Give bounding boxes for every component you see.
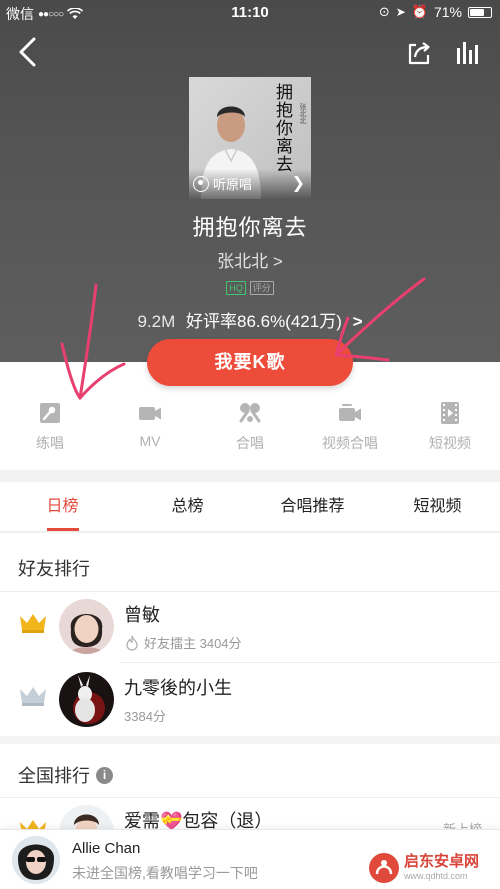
watermark: 启东安卓网 www.qdhtd.com <box>368 851 496 885</box>
tab-short-video[interactable]: 短视频 <box>375 482 500 531</box>
divider <box>120 662 500 663</box>
play-count: 9.2M <box>137 312 176 331</box>
hq-badge: HQ <box>226 281 246 295</box>
action-label: 视频合唱 <box>322 435 378 451</box>
list-item[interactable]: 曾敏 好友擂主 3404分 <box>0 591 500 663</box>
status-bar: 微信 ●●○○○ 11:10 ⊙ ➤ ⏰ 71% <box>0 0 500 26</box>
video-chorus-icon <box>339 404 361 421</box>
score-badge: 评分 <box>249 281 274 295</box>
rotation-lock-icon: ⊙ <box>378 4 390 19</box>
alarm-icon: ⏰ <box>411 4 428 19</box>
list-item[interactable]: 九零後的小生 3384分 <box>0 664 500 736</box>
listen-original-button[interactable]: 听原唱 <box>193 174 252 193</box>
action-label: 合唱 <box>236 435 264 451</box>
avatar[interactable] <box>12 836 60 884</box>
action-practice[interactable]: 练唱 <box>0 400 100 453</box>
ranking-list: 好友排行 曾敏 好友擂主 3404分 九零後的小生 3384分 全国排行 i 爱… <box>0 533 500 860</box>
back-arrow-icon[interactable] <box>14 36 44 68</box>
battery-level <box>470 8 485 16</box>
friend-score: 好友擂主 3404分 <box>124 633 242 652</box>
film-icon <box>441 402 459 424</box>
friend-score: 3384分 <box>124 706 166 725</box>
action-chorus[interactable]: 合唱 <box>200 400 300 453</box>
artist-link[interactable]: 张北北 > <box>0 247 500 272</box>
friends-section-title: 好友排行 <box>18 555 90 581</box>
action-short-video[interactable]: 短视频 <box>400 400 500 453</box>
watermark-url: www.qdhtd.com <box>404 871 468 881</box>
quality-badges: HQ 评分 <box>0 281 500 295</box>
practice-icon <box>40 403 60 423</box>
album-cover[interactable]: 拥抱你离去 张北北 听原唱 ❯ <box>189 77 311 199</box>
info-icon[interactable]: i <box>96 766 113 784</box>
tab-chorus-recommend[interactable]: 合唱推荐 <box>250 482 375 531</box>
location-icon: ➤ <box>395 5 406 19</box>
friend-score-text: 好友擂主 3404分 <box>144 636 242 651</box>
battery-percent: 71% <box>433 4 462 20</box>
action-mv[interactable]: MV <box>100 400 200 453</box>
action-label: 短视频 <box>429 435 471 451</box>
action-video-chorus[interactable]: 视频合唱 <box>300 400 400 453</box>
cover-title: 拥抱你离去 <box>272 83 292 173</box>
disc-icon <box>193 175 209 192</box>
friends-section-label: 好友排行 <box>18 559 90 579</box>
my-name: Allie Chan <box>72 840 141 857</box>
watermark-logo-icon <box>369 853 399 883</box>
watermark-title: 启东安卓网 <box>404 853 480 870</box>
section-gap <box>0 736 500 744</box>
chorus-icon <box>239 403 261 423</box>
friend-name: 九零後的小生 <box>124 678 232 698</box>
cover-artist: 张北北 <box>299 103 306 124</box>
share-icon[interactable] <box>406 40 432 66</box>
rating-text: 好评率86.6%(421万) <box>185 312 342 331</box>
tab-overall[interactable]: 总榜 <box>125 482 250 531</box>
avatar[interactable] <box>59 599 114 654</box>
avatar[interactable] <box>59 672 114 727</box>
friend-name: 曾敏 <box>124 605 160 625</box>
my-rank-hint: 未进全国榜,看教唱学习一下吧 <box>72 865 258 881</box>
chevron-right-icon: > <box>352 312 363 331</box>
action-row: 练唱 MV 合唱 视频合唱 短视频 <box>0 400 500 453</box>
listen-original-label: 听原唱 <box>213 177 253 192</box>
chevron-right-icon: ❯ <box>291 175 305 192</box>
song-title: 拥抱你离去 <box>192 215 308 240</box>
battery-icon <box>468 6 492 18</box>
action-label: 练唱 <box>36 435 64 451</box>
gold-crown-icon <box>20 614 46 633</box>
silver-crown-icon <box>20 687 46 706</box>
flame-icon <box>126 635 138 651</box>
national-section-title: 全国排行 i <box>18 762 113 788</box>
song-stats[interactable]: 9.2M 好评率86.6%(421万) > <box>0 307 500 332</box>
video-camera-icon <box>139 407 161 420</box>
song-header: 微信 ●●○○○ 11:10 ⊙ ➤ ⏰ 71% 拥抱你离去 张北北 听原唱 ❯… <box>0 0 500 362</box>
bar-chart-icon[interactable] <box>454 40 482 66</box>
tab-daily[interactable]: 日榜 <box>0 482 125 531</box>
sing-k-button[interactable]: 我要K歌 <box>147 339 353 386</box>
ranking-tabs: 日榜 总榜 合唱推荐 短视频 <box>0 482 500 532</box>
action-label: MV <box>139 433 161 449</box>
friend-score-text: 3384分 <box>124 709 166 724</box>
national-section-label: 全国排行 <box>18 766 90 786</box>
